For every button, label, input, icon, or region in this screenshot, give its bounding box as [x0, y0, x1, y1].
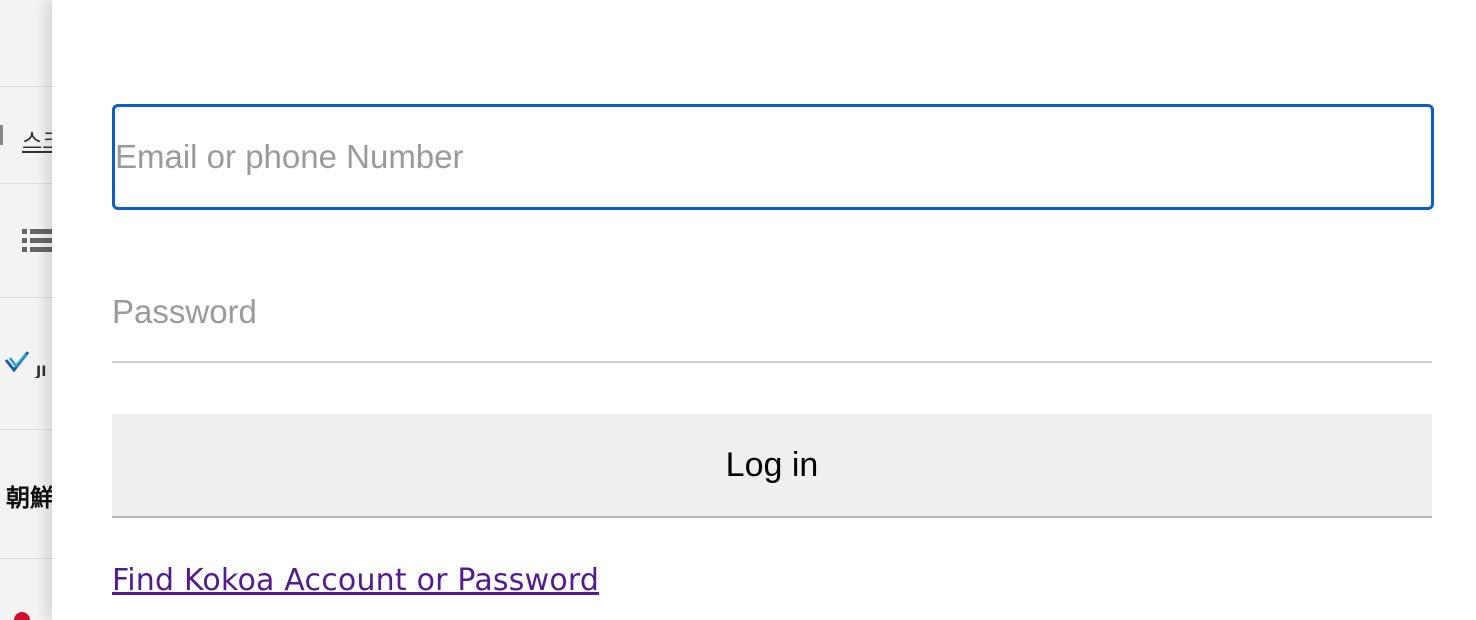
background-japanese-text: 朝鮮 [6, 484, 52, 512]
background-row [0, 558, 52, 620]
logo-text: JI [35, 364, 46, 378]
find-account-link[interactable]: Find Kokoa Account or Password [112, 563, 599, 598]
background-korean-text: 스크 [22, 130, 52, 155]
background-page: 스크 JI 朝鮮 [0, 0, 52, 620]
list-icon [22, 229, 52, 252]
password-field[interactable] [112, 262, 1432, 363]
background-row [0, 0, 52, 87]
screen: 스크 JI 朝鮮 Log in Find Kokoa Account or Pa… [0, 0, 1476, 620]
background-divider [0, 125, 3, 145]
email-field[interactable] [112, 104, 1434, 210]
login-button[interactable]: Log in [112, 414, 1432, 518]
login-panel: Log in Find Kokoa Account or Password [52, 0, 1476, 620]
site-logo-icon: JI [4, 351, 46, 378]
